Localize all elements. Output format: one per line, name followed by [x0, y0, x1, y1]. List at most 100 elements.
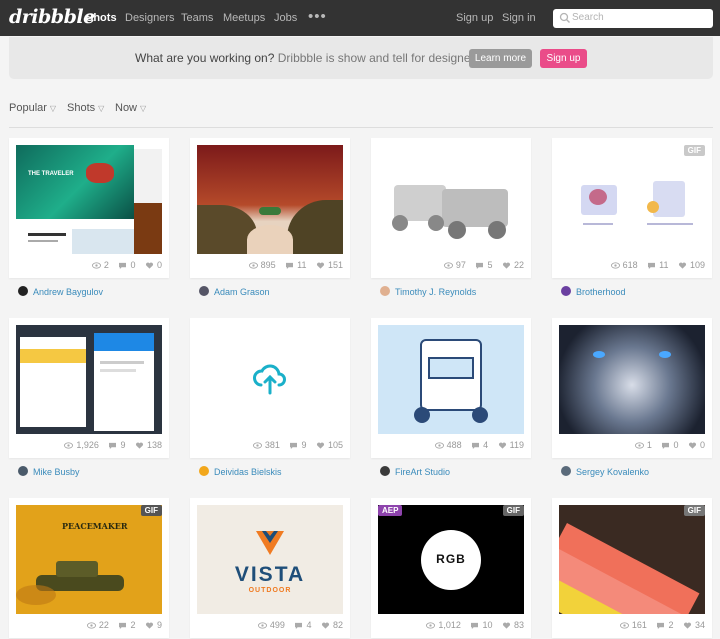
- comments-count: 5: [487, 260, 493, 270]
- shot-card[interactable]: PEACEMAKER GIF 22 2 9: [9, 498, 169, 638]
- cloud-upload-icon: [253, 364, 286, 395]
- author-name: Sergey Kovalenko: [576, 467, 650, 477]
- chevron-down-icon: ▽: [49, 104, 57, 113]
- comments-count: 9: [301, 440, 307, 450]
- heart-icon: [498, 442, 506, 449]
- shot-card[interactable]: VISTA OUTDOOR 499 4 82: [190, 498, 350, 638]
- shot-thumbnail: [378, 145, 524, 254]
- shot-thumbnail: GIF: [559, 505, 705, 614]
- shot-card[interactable]: 1 0 0: [552, 318, 712, 458]
- views-count: 381: [264, 440, 280, 450]
- signup-link[interactable]: Sign up: [456, 12, 493, 24]
- search-icon: [559, 12, 570, 23]
- comments-count: 2: [668, 620, 674, 630]
- likes-count: 119: [509, 440, 524, 450]
- likes-count: 34: [694, 620, 705, 630]
- shot-thumbnail: PEACEMAKER GIF: [16, 505, 162, 614]
- comment-icon: [286, 263, 294, 270]
- shot-stats: 499 4 82: [251, 620, 343, 630]
- thumb-title: THE TRAVELER: [28, 171, 74, 177]
- avatar: [561, 466, 571, 476]
- author-link[interactable]: Adam Grason: [199, 286, 270, 298]
- heart-icon: [684, 622, 691, 629]
- shot-card[interactable]: RGB AEP GIF 1,012 10 83: [371, 498, 531, 638]
- thumb-title: RGB: [436, 552, 466, 566]
- heart-icon: [503, 622, 510, 629]
- banner-text: What are you working on? Dribbble is sho…: [135, 51, 484, 65]
- shot-card[interactable]: 381 9 105: [190, 318, 350, 458]
- author-name: Adam Grason: [214, 287, 270, 297]
- comments-count: 11: [297, 260, 307, 270]
- filter-timeframe[interactable]: Now ▽: [115, 102, 146, 114]
- dribbble-logo[interactable]: dribbble: [9, 6, 95, 28]
- signin-link[interactable]: Sign in: [502, 12, 536, 24]
- nav-jobs[interactable]: Jobs: [274, 12, 297, 24]
- heart-icon: [679, 262, 686, 269]
- comment-icon: [648, 263, 656, 270]
- avatar: [199, 466, 209, 476]
- author-link[interactable]: Andrew Baygulov: [18, 286, 103, 298]
- avatar: [380, 286, 390, 296]
- gif-badge: GIF: [683, 505, 705, 516]
- chevron-down-icon: ▽: [98, 104, 105, 113]
- shot-card[interactable]: 1,926 9 138: [9, 318, 169, 458]
- nav-meetups[interactable]: Meetups: [223, 12, 265, 24]
- comment-icon: [119, 263, 127, 270]
- author-link[interactable]: Timothy J. Reynolds: [380, 286, 476, 298]
- heart-icon: [146, 262, 153, 269]
- heart-icon: [503, 262, 510, 269]
- author-link[interactable]: Deividas Bielskis: [199, 466, 282, 478]
- filter-shots[interactable]: Shots ▽: [67, 102, 104, 114]
- shot-card[interactable]: 97 5 22: [371, 138, 531, 278]
- likes-count: 9: [156, 620, 162, 630]
- comments-count: 10: [482, 620, 493, 630]
- banner-signup-button[interactable]: Sign up: [540, 49, 587, 68]
- shot-stats: 1 0 0: [628, 440, 705, 450]
- views-count: 499: [269, 620, 285, 630]
- comments-count: 9: [120, 440, 126, 450]
- shot-stats: 381 9 105: [246, 440, 343, 450]
- avatar: [561, 286, 571, 296]
- views-count: 22: [98, 620, 109, 630]
- shot-card[interactable]: 488 4 119: [371, 318, 531, 458]
- filter-shots-label: Shots: [67, 102, 96, 114]
- views-count: 97: [455, 260, 466, 270]
- avatar: [18, 286, 28, 296]
- author-link[interactable]: Mike Busby: [18, 466, 80, 478]
- shot-card[interactable]: GIF 618 11 109: [552, 138, 712, 278]
- author-link[interactable]: FireArt Studio: [380, 466, 450, 478]
- eye-icon: [64, 442, 74, 449]
- comments-count: 4: [306, 620, 312, 630]
- comments-count: 0: [130, 260, 136, 270]
- author-link[interactable]: Sergey Kovalenko: [561, 466, 649, 478]
- more-menu-icon[interactable]: •••: [308, 8, 327, 25]
- filter-popular[interactable]: Popular ▽: [9, 102, 56, 114]
- banner-tagline: Dribbble is show and tell for designers.: [277, 51, 484, 65]
- shot-thumbnail: GIF: [559, 145, 705, 254]
- nav-shots[interactable]: Shots: [86, 12, 117, 24]
- shot-card[interactable]: GIF 161 2 34: [552, 498, 712, 638]
- eye-icon: [434, 442, 444, 449]
- avatar: [199, 286, 209, 296]
- mountain-logo-icon: [256, 531, 284, 555]
- views-count: 2: [103, 260, 109, 270]
- divider: [9, 127, 713, 128]
- filter-now-label: Now: [115, 102, 138, 114]
- comment-icon: [119, 623, 127, 630]
- eye-icon: [443, 262, 453, 269]
- shot-card[interactable]: 895 11 151: [190, 138, 350, 278]
- author-link[interactable]: Brotherhood: [561, 286, 626, 298]
- gif-badge: GIF: [502, 505, 524, 516]
- shot-thumbnail: [378, 325, 524, 434]
- comment-icon: [662, 443, 670, 450]
- shot-thumbnail: [197, 325, 343, 434]
- eye-icon: [257, 622, 267, 629]
- heart-icon: [317, 442, 324, 449]
- comment-icon: [657, 623, 665, 630]
- shot-card[interactable]: THE TRAVELER 2 0 0: [9, 138, 169, 278]
- views-count: 895: [260, 260, 276, 270]
- likes-count: 138: [146, 440, 162, 450]
- nav-teams[interactable]: Teams: [181, 12, 213, 24]
- learn-more-button[interactable]: Learn more: [469, 49, 532, 68]
- nav-designers[interactable]: Designers: [125, 12, 175, 24]
